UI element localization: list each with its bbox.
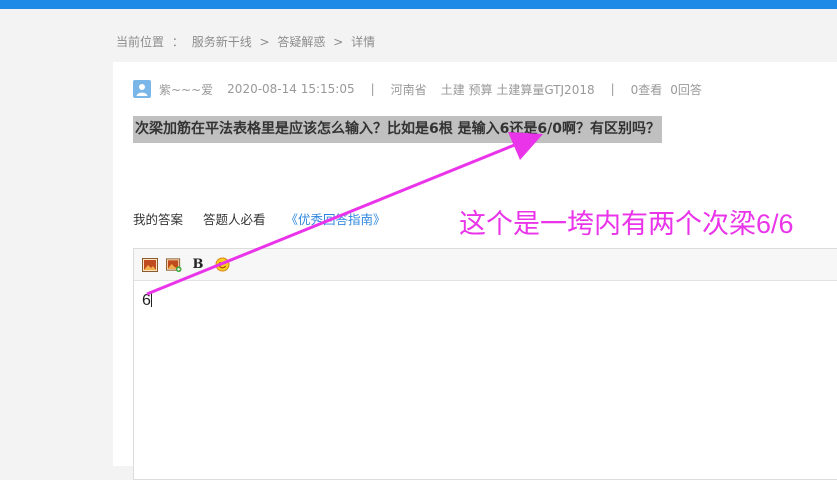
annotation-text: 这个是一垮内有两个次梁6/6: [459, 209, 794, 239]
